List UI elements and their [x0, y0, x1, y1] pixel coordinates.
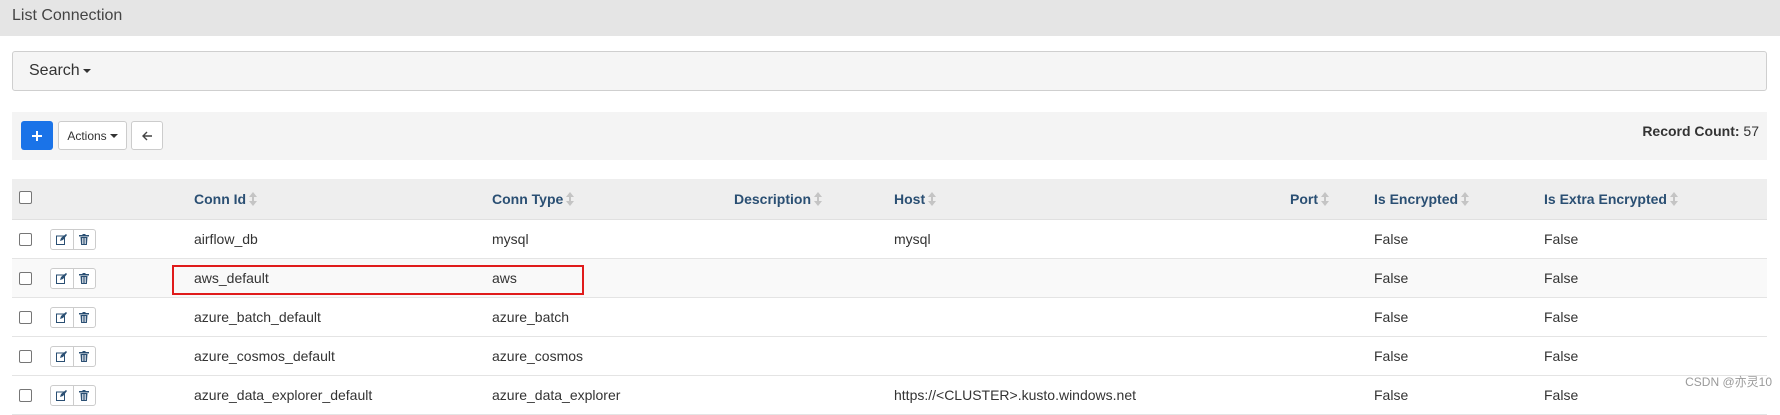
cell-is-extra-encrypted: False [1544, 231, 1579, 247]
edit-icon [56, 273, 68, 284]
trash-icon [79, 312, 90, 323]
edit-button[interactable] [51, 347, 73, 366]
column-header-label: Description [734, 191, 812, 207]
cell-conn-type: aws [492, 270, 517, 286]
column-header-label: Conn Type [492, 191, 564, 207]
sort-icon [566, 192, 575, 206]
search-label: Search [29, 62, 80, 79]
delete-button[interactable] [72, 230, 96, 249]
delete-button[interactable] [72, 386, 96, 405]
row-checkbox[interactable] [19, 389, 32, 402]
cell-host: https://<CLUSTER>.kusto.windows.net [894, 387, 1136, 403]
trash-icon [79, 351, 90, 362]
record-count-value: 57 [1743, 123, 1759, 139]
plus-icon [32, 130, 42, 141]
edit-button[interactable] [51, 386, 73, 405]
cell-is-extra-encrypted: False [1544, 309, 1579, 325]
cell-conn-id: azure_cosmos_default [194, 348, 335, 364]
cell-is-encrypted: False [1374, 270, 1409, 286]
column-header-is-encrypted[interactable]: Is Encrypted [1374, 191, 1470, 207]
row-checkbox[interactable] [19, 233, 32, 246]
delete-button[interactable] [72, 347, 96, 366]
row-actions [50, 229, 96, 250]
column-header-port[interactable]: Port [1290, 191, 1329, 207]
trash-icon [79, 390, 90, 401]
table-header: Conn Id Conn Type Description Host Port … [12, 179, 1767, 220]
row-checkbox[interactable] [19, 272, 32, 285]
table-row: azure_cosmos_default azure_cosmos False … [12, 337, 1767, 376]
edit-icon [56, 351, 68, 362]
cell-is-extra-encrypted: False [1544, 387, 1579, 403]
column-header-host[interactable]: Host [894, 191, 937, 207]
row-checkbox[interactable] [19, 350, 32, 363]
back-button[interactable] [131, 121, 163, 150]
sort-icon [814, 192, 823, 206]
watermark: CSDN @亦灵10 [1685, 375, 1772, 389]
edit-icon [56, 234, 68, 245]
search-toggle[interactable]: Search [29, 62, 91, 80]
toolbar: Actions Record Count: 57 [12, 112, 1767, 160]
sort-icon [1321, 192, 1329, 206]
cell-is-extra-encrypted: False [1544, 348, 1579, 364]
table-row: azure_batch_default azure_batch False Fa… [12, 298, 1767, 337]
column-header-label: Is Encrypted [1374, 191, 1459, 207]
column-header-conn-id[interactable]: Conn Id [194, 191, 258, 207]
cell-conn-type: azure_batch [492, 309, 570, 325]
row-actions [50, 307, 96, 328]
column-header-label: Conn Id [194, 191, 247, 207]
cell-host: mysql [894, 231, 931, 247]
caret-down-icon [82, 68, 91, 73]
edit-icon [56, 312, 68, 323]
cell-is-encrypted: False [1374, 387, 1409, 403]
column-header-is-extra-encrypted[interactable]: Is Extra Encrypted [1544, 191, 1678, 207]
delete-button[interactable] [72, 269, 96, 288]
sort-icon [928, 192, 937, 206]
cell-conn-id: azure_data_explorer_default [194, 387, 373, 403]
row-actions [50, 268, 96, 289]
record-count: Record Count: 57 [1642, 123, 1759, 139]
column-header-description[interactable]: Description [734, 191, 823, 207]
record-count-label: Record Count: [1642, 123, 1740, 139]
row-actions [50, 346, 96, 367]
edit-button[interactable] [51, 230, 73, 249]
row-actions [50, 385, 96, 406]
row-checkbox[interactable] [19, 311, 32, 324]
arrow-left-icon [141, 131, 152, 140]
cell-is-encrypted: False [1374, 231, 1409, 247]
trash-icon [79, 273, 90, 284]
cell-is-encrypted: False [1374, 348, 1409, 364]
cell-conn-type: azure_cosmos [492, 348, 584, 364]
table-row: airflow_db mysql mysql False False [12, 220, 1767, 259]
actions-button[interactable]: Actions [58, 121, 127, 150]
delete-button[interactable] [72, 308, 96, 327]
cell-is-extra-encrypted: False [1544, 270, 1579, 286]
edit-button[interactable] [51, 308, 73, 327]
search-panel: Search [12, 51, 1767, 91]
actions-label: Actions [67, 128, 107, 143]
column-header-label: Port [1290, 191, 1318, 207]
cell-conn-id: azure_batch_default [194, 309, 321, 325]
cell-is-encrypted: False [1374, 309, 1409, 325]
cell-conn-id: airflow_db [194, 231, 258, 247]
cell-conn-id: aws_default [194, 270, 269, 286]
edit-icon [56, 390, 68, 401]
table-row: aws_default aws False False [12, 259, 1767, 298]
edit-button[interactable] [51, 269, 73, 288]
column-header-conn-type[interactable]: Conn Type [492, 191, 575, 207]
select-all-checkbox[interactable] [19, 191, 32, 204]
cell-conn-type: mysql [492, 231, 529, 247]
table-row: azure_data_explorer_default azure_data_e… [12, 376, 1767, 415]
column-header-label: Host [894, 191, 926, 207]
sort-icon [249, 192, 258, 206]
sort-icon [1669, 192, 1678, 206]
title-bar: List Connection [0, 0, 1780, 36]
caret-down-icon [109, 133, 118, 138]
sort-icon [1461, 192, 1470, 206]
trash-icon [79, 234, 90, 245]
column-header-label: Is Extra Encrypted [1544, 191, 1667, 207]
cell-conn-type: azure_data_explorer [492, 387, 621, 403]
page-title: List Connection [12, 7, 123, 24]
add-button[interactable] [21, 121, 53, 150]
